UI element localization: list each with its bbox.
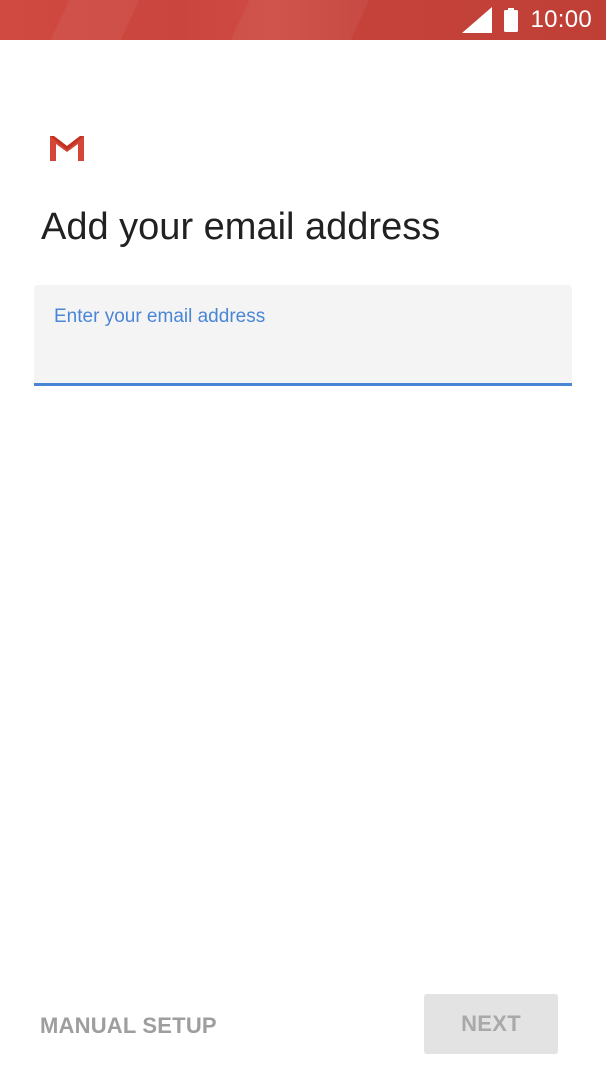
status-bar-facet (50, 0, 140, 40)
gmail-logo-icon (50, 136, 84, 161)
battery-icon (504, 8, 519, 32)
status-time: 10:00 (530, 6, 592, 33)
next-button[interactable]: NEXT (424, 994, 558, 1054)
status-bar-facet (230, 0, 370, 40)
email-field[interactable]: Enter your email address (34, 285, 572, 386)
status-icons: 10:00 (462, 0, 592, 40)
email-field-label: Enter your email address (54, 306, 266, 327)
signal-icon (462, 7, 493, 33)
manual-setup-button[interactable]: MANUAL SETUP (40, 1006, 217, 1046)
add-email-screen: 10:00 Add your email address Enter your … (0, 0, 606, 1078)
status-bar: 10:00 (0, 0, 606, 40)
page-title: Add your email address (41, 206, 441, 248)
email-input[interactable] (54, 337, 550, 371)
